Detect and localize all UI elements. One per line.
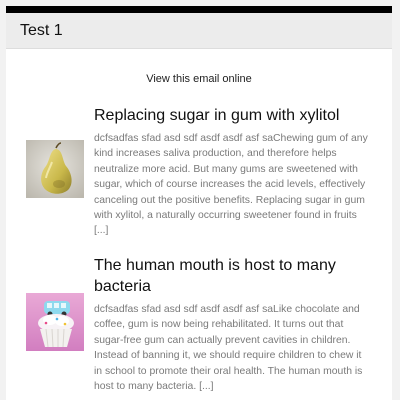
article-excerpt: dcfsadfas sfad asd sdf asdf asdf asf saL… — [94, 302, 370, 394]
email-frame: Test 1 View this email online Replacing … — [6, 6, 392, 400]
pear-photo-icon[interactable] — [26, 140, 84, 198]
view-online-link[interactable]: View this email online — [6, 73, 392, 85]
article-excerpt: dcfsadfas sfad asd sdf asdf asdf asf saC… — [94, 131, 370, 239]
email-title: Test 1 — [20, 22, 63, 39]
article-title[interactable]: Replacing sugar in gum with xylitol — [94, 105, 364, 126]
cupcake-with-toy-bus-photo-icon[interactable] — [26, 293, 84, 351]
article-excerpt-text: dcfsadfas sfad asd sdf asdf asdf asf saL… — [94, 304, 363, 393]
top-bar — [6, 6, 392, 13]
read-more-link[interactable]: [...] — [94, 225, 108, 236]
read-more-link[interactable]: [...] — [199, 381, 213, 392]
article-excerpt-text: dcfsadfas sfad asd sdf asdf asdf asf saC… — [94, 133, 368, 222]
article-title[interactable]: The human mouth is host to many bacteria — [94, 255, 364, 297]
email-header: Test 1 — [6, 13, 392, 49]
